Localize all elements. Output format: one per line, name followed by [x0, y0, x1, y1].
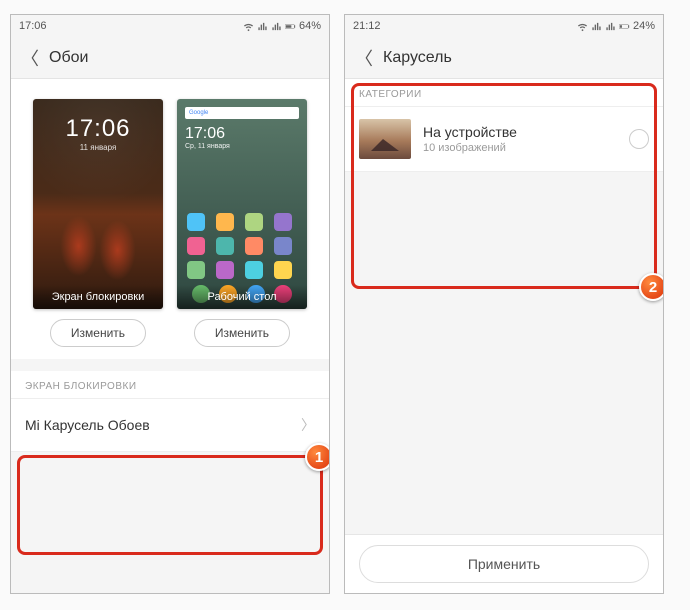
apply-button[interactable]: Применить — [359, 545, 649, 583]
status-bar: 21:12 24% — [345, 15, 663, 37]
back-icon[interactable]: 〈 — [355, 45, 373, 71]
lock-thumbnail-label: Экран блокировки — [33, 285, 163, 309]
status-time: 21:12 — [353, 20, 381, 32]
page-title: Карусель — [383, 49, 452, 67]
header: 〈 Обои — [11, 37, 329, 79]
section-header: КАТЕГОРИИ — [345, 79, 663, 107]
lock-clock: 17:06 — [33, 115, 163, 143]
battery-icon — [619, 21, 630, 32]
home-thumbnail-label: Рабочий стол — [177, 285, 307, 309]
annotation-badge-1: 1 — [305, 443, 330, 471]
battery-percent: 24% — [633, 20, 655, 32]
status-icons: 24% — [577, 20, 655, 32]
category-subtitle: 10 изображений — [423, 142, 517, 154]
status-icons: 64% — [243, 20, 321, 32]
change-home-button[interactable]: Изменить — [194, 319, 290, 347]
home-screen-thumbnail[interactable]: Google 17:06 Ср, 11 января Рабочий — [177, 99, 307, 309]
signal-icon — [257, 21, 268, 32]
battery-percent: 64% — [299, 20, 321, 32]
header: 〈 Карусель — [345, 37, 663, 79]
phone-left: 17:06 64% 〈 Обои 17:06 11 января Экран б… — [10, 14, 330, 594]
page-title: Обои — [49, 49, 88, 67]
signal-icon — [605, 21, 616, 32]
lock-screen-section: ЭКРАН БЛОКИРОВКИ Mi Карусель Обоев 〉 — [11, 371, 329, 452]
home-clock: 17:06 — [185, 125, 225, 143]
change-lock-button[interactable]: Изменить — [50, 319, 146, 347]
category-title: На устройстве — [423, 124, 517, 140]
home-date: Ср, 11 января — [185, 143, 230, 150]
apply-bar: Применить — [345, 534, 663, 593]
wifi-icon — [243, 21, 254, 32]
row-label: Mi Карусель Обоев — [25, 417, 150, 433]
lock-date: 11 января — [33, 143, 163, 152]
wifi-icon — [577, 21, 588, 32]
section-header: ЭКРАН БЛОКИРОВКИ — [11, 371, 329, 399]
status-time: 17:06 — [19, 20, 47, 32]
signal-icon — [271, 21, 282, 32]
annotation-badge-2: 2 — [639, 273, 664, 301]
back-icon[interactable]: 〈 — [21, 45, 39, 71]
phone-right: 21:12 24% 〈 Карусель КАТЕГОРИИ На устрой… — [344, 14, 664, 594]
app-icon-grid — [187, 213, 297, 279]
category-on-device[interactable]: На устройстве 10 изображений — [345, 107, 663, 172]
chevron-right-icon: 〉 — [301, 415, 315, 435]
lock-preview-column: 17:06 11 января Экран блокировки Изменит… — [33, 99, 163, 347]
category-thumbnail — [359, 119, 411, 159]
battery-icon — [285, 21, 296, 32]
body: 17:06 11 января Экран блокировки Изменит… — [11, 79, 329, 593]
home-preview-column: Google 17:06 Ср, 11 января Рабочий — [177, 99, 307, 347]
signal-icon — [591, 21, 602, 32]
body: КАТЕГОРИИ На устройстве 10 изображений П… — [345, 79, 663, 593]
status-bar: 17:06 64% — [11, 15, 329, 37]
categories-section: КАТЕГОРИИ На устройстве 10 изображений — [345, 79, 663, 172]
wallpaper-previews: 17:06 11 января Экран блокировки Изменит… — [11, 79, 329, 359]
category-text: На устройстве 10 изображений — [423, 124, 517, 154]
highlight-box-1 — [17, 455, 323, 555]
mi-carousel-row[interactable]: Mi Карусель Обоев 〉 — [11, 399, 329, 452]
search-widget: Google — [185, 107, 299, 119]
radio-unchecked-icon[interactable] — [629, 129, 649, 149]
lock-screen-thumbnail[interactable]: 17:06 11 января Экран блокировки — [33, 99, 163, 309]
